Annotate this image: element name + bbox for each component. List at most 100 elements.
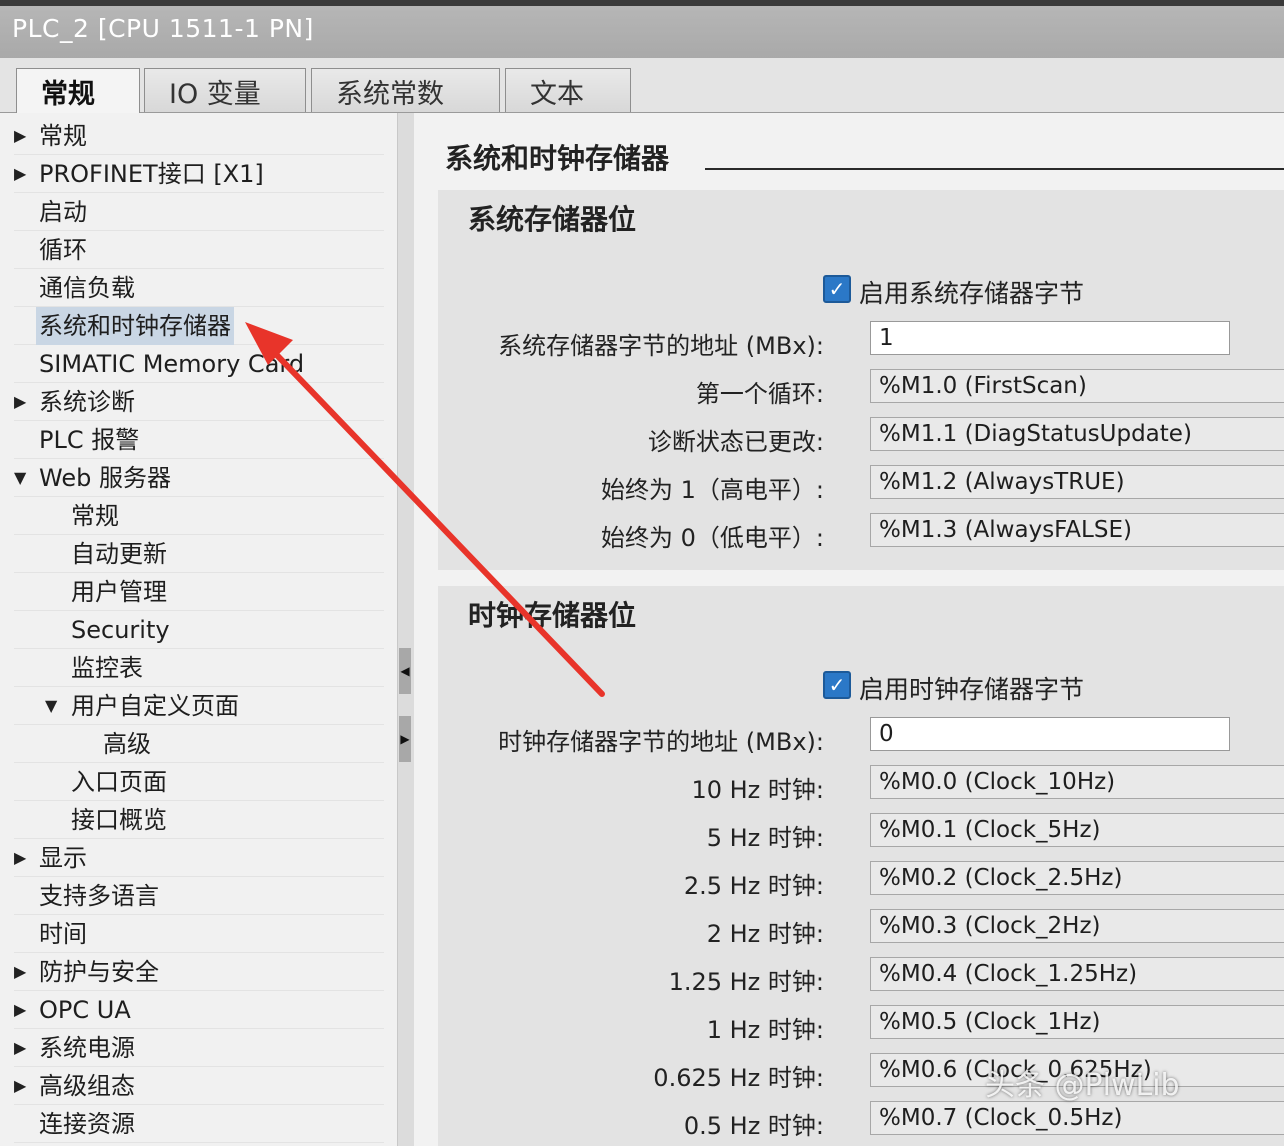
tree-item-entry-page[interactable]: 入口页面	[14, 763, 384, 801]
clock-memory-title: 时钟存储器位	[468, 599, 637, 632]
expand-arrow-icon[interactable]: ▶	[14, 839, 26, 877]
watermark: 头条 @PlwLib	[985, 1068, 1180, 1103]
tree-item-cycle[interactable]: 循环	[14, 231, 384, 269]
tab-general[interactable]: 常规	[16, 68, 140, 114]
expand-arrow-icon[interactable]: ▶	[14, 117, 26, 155]
tree-item-label: 启动	[39, 198, 87, 226]
tree-item-label: SIMATIC Memory Card	[39, 350, 305, 378]
clock-address-label: 时钟存储器字节的地址 (MBx):	[498, 728, 824, 756]
collapse-arrow-icon[interactable]: ▼	[45, 687, 57, 725]
tab-io-tags[interactable]: IO 变量	[144, 68, 306, 112]
clock-10hz-field[interactable]: %M0.0 (Clock_10Hz)	[870, 765, 1284, 799]
tree-item-label: 通信负载	[39, 274, 135, 302]
tree-item-label: 用户管理	[71, 578, 167, 606]
tree-item-label: 高级	[103, 730, 151, 758]
first-cycle-field[interactable]: %M1.0 (FirstScan)	[870, 369, 1284, 403]
enable-system-memory-checkbox[interactable]: ✓	[823, 275, 851, 303]
tree-item-system-diagnostics[interactable]: ▶ 系统诊断	[14, 383, 384, 421]
tree-item-connection-resources[interactable]: 连接资源	[14, 1105, 384, 1143]
field-label: 始终为 0（低电平）:	[601, 524, 824, 552]
system-address-input[interactable]: 1	[870, 321, 1230, 355]
tree-item-label: 时间	[39, 920, 87, 948]
always-true-field[interactable]: %M1.2 (AlwaysTRUE)	[870, 465, 1284, 499]
tab-bar: 常规 IO 变量 系统常数 文本	[0, 58, 1284, 114]
diag-status-field[interactable]: %M1.1 (DiagStatusUpdate)	[870, 417, 1284, 451]
tree-item-startup[interactable]: 启动	[14, 193, 384, 231]
clock-5hz-field[interactable]: %M0.1 (Clock_5Hz)	[870, 813, 1284, 847]
field-label: 1.25 Hz 时钟:	[668, 968, 824, 996]
tree-item-label: Security	[71, 616, 170, 644]
window-title: PLC_2 [CPU 1511-1 PN]	[12, 14, 314, 43]
tree-item-security[interactable]: Security	[14, 611, 384, 649]
tree-item-user-pages[interactable]: ▼ 用户自定义页面	[14, 687, 384, 725]
tree-item-multilingual[interactable]: 支持多语言	[14, 877, 384, 915]
tree-item-display[interactable]: ▶ 显示	[14, 839, 384, 877]
tree-item-label: 系统和时钟存储器	[36, 307, 234, 345]
tree-item-memory-card[interactable]: SIMATIC Memory Card	[14, 345, 384, 383]
tree-item-web-general[interactable]: 常规	[14, 497, 384, 535]
tree-item-watch-tables[interactable]: 监控表	[14, 649, 384, 687]
enable-system-memory-label: 启用系统存储器字节	[859, 279, 1085, 308]
tree-item-advanced[interactable]: 高级	[14, 725, 384, 763]
collapse-left-icon[interactable]: ◀	[399, 648, 411, 694]
collapse-arrow-icon[interactable]: ▼	[14, 459, 26, 497]
expand-arrow-icon[interactable]: ▶	[14, 953, 26, 991]
clock-2-5hz-field[interactable]: %M0.2 (Clock_2.5Hz)	[870, 861, 1284, 895]
tab-texts[interactable]: 文本	[505, 68, 631, 112]
tree-item-general[interactable]: ▶ 常规	[14, 117, 384, 155]
system-memory-group: 系统存储器位 ✓ 启用系统存储器字节 系统存储器字节的地址 (MBx): 1 第…	[438, 190, 1284, 570]
field-label: 5 Hz 时钟:	[706, 824, 824, 852]
tree-item-time[interactable]: 时间	[14, 915, 384, 953]
tree-item-label: 显示	[39, 844, 87, 872]
expand-arrow-icon[interactable]: ▶	[14, 1067, 26, 1105]
tree-item-user-management[interactable]: 用户管理	[14, 573, 384, 611]
tree-item-system-clock-memory[interactable]: 系统和时钟存储器	[14, 307, 384, 345]
clock-2hz-field[interactable]: %M0.3 (Clock_2Hz)	[870, 909, 1284, 943]
pane-splitter[interactable]: ◀ ▶	[397, 113, 414, 1146]
properties-panel: 系统和时钟存储器 系统存储器位 ✓ 启用系统存储器字节 系统存储器字节的地址 (…	[414, 113, 1284, 1146]
tree-item-web-server[interactable]: ▼ Web 服务器	[14, 459, 384, 497]
system-memory-title: 系统存储器位	[468, 203, 637, 236]
field-label: 0.625 Hz 时钟:	[653, 1064, 824, 1092]
tree-item-label: 支持多语言	[39, 882, 159, 910]
tree-item-label: PLC 报警	[39, 426, 140, 454]
clock-1hz-field[interactable]: %M0.5 (Clock_1Hz)	[870, 1005, 1284, 1039]
page-title: 系统和时钟存储器	[445, 142, 670, 175]
expand-arrow-icon[interactable]: ▶	[14, 1029, 26, 1067]
tree-item-interface-overview[interactable]: 接口概览	[14, 801, 384, 839]
clock-1-25hz-field[interactable]: %M0.4 (Clock_1.25Hz)	[870, 957, 1284, 991]
field-label: 1 Hz 时钟:	[706, 1016, 824, 1044]
system-address-label: 系统存储器字节的地址 (MBx):	[498, 332, 824, 360]
enable-clock-memory-checkbox[interactable]: ✓	[823, 671, 851, 699]
clock-0-5hz-field[interactable]: %M0.7 (Clock_0.5Hz)	[870, 1101, 1284, 1135]
tree-item-comm-load[interactable]: 通信负载	[14, 269, 384, 307]
clock-address-input[interactable]: 0	[870, 717, 1230, 751]
expand-arrow-icon[interactable]: ▶	[14, 155, 26, 193]
tree-item-plc-alarms[interactable]: PLC 报警	[14, 421, 384, 459]
tree-item-label: Web 服务器	[39, 464, 171, 492]
tree-item-label: 接口概览	[71, 806, 167, 834]
expand-arrow-icon[interactable]: ▶	[14, 383, 26, 421]
tree-item-profinet[interactable]: ▶ PROFINET接口 [X1]	[14, 155, 384, 193]
tree-item-label: 监控表	[71, 654, 143, 682]
tree-item-opc-ua[interactable]: ▶ OPC UA	[14, 991, 384, 1029]
tree-item-protection-security[interactable]: ▶ 防护与安全	[14, 953, 384, 991]
navigation-tree: ▶ 常规 ▶ PROFINET接口 [X1] 启动 循环 通信负载 系统和时钟存…	[0, 113, 398, 1146]
tree-item-label: 防护与安全	[39, 958, 159, 986]
tree-item-label: PROFINET接口 [X1]	[39, 160, 264, 188]
field-label: 0.5 Hz 时钟:	[683, 1112, 824, 1140]
tree-item-advanced-config[interactable]: ▶ 高级组态	[14, 1067, 384, 1105]
expand-arrow-icon[interactable]: ▶	[14, 991, 26, 1029]
tree-item-label: 自动更新	[71, 540, 167, 568]
tree-item-label: 高级组态	[39, 1072, 135, 1100]
expand-right-icon[interactable]: ▶	[399, 716, 411, 762]
field-label: 2 Hz 时钟:	[706, 920, 824, 948]
tab-system-constants[interactable]: 系统常数	[311, 68, 500, 112]
tree-item-label: 常规	[71, 502, 119, 530]
tree-item-auto-update[interactable]: 自动更新	[14, 535, 384, 573]
enable-clock-memory-label: 启用时钟存储器字节	[859, 675, 1085, 704]
tree-item-system-power[interactable]: ▶ 系统电源	[14, 1029, 384, 1067]
always-false-field[interactable]: %M1.3 (AlwaysFALSE)	[870, 513, 1284, 547]
tree-item-label: 系统电源	[39, 1034, 135, 1062]
tree-item-label: 常规	[39, 122, 87, 150]
